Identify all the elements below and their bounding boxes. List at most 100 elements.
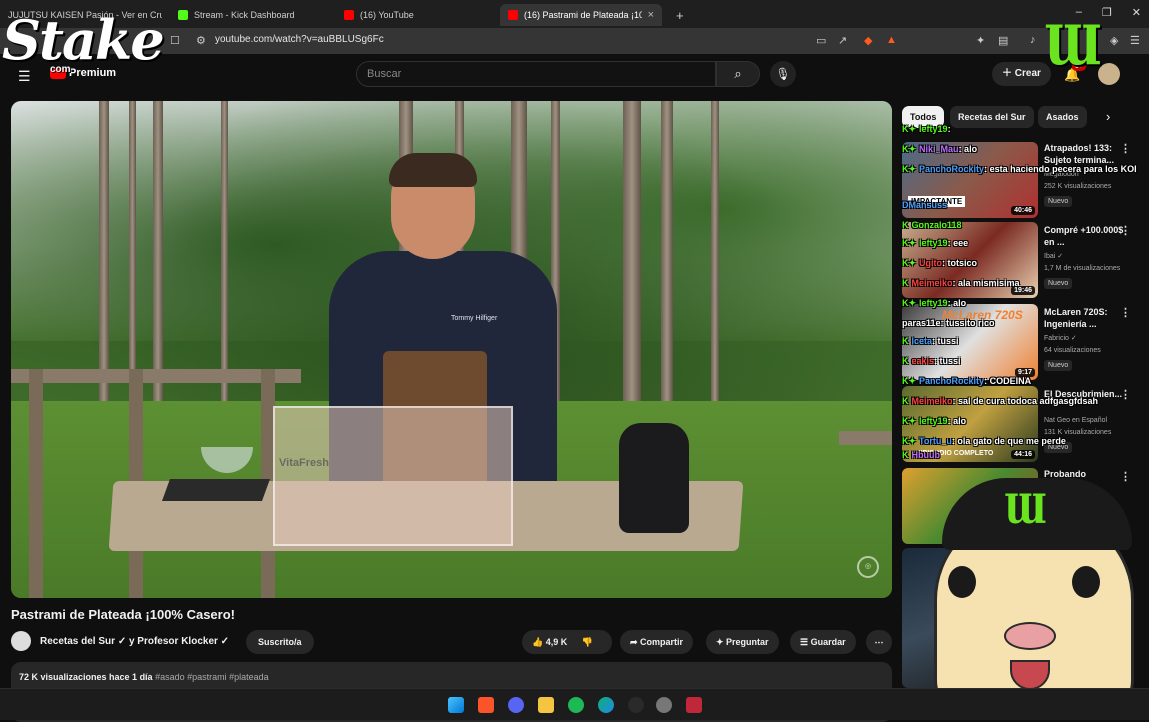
channel-name[interactable]: Recetas del Sur ✓ y Profesor Klocker ✓ <box>40 636 229 647</box>
voice-search-button[interactable]: 🎙 <box>770 61 796 87</box>
cat-eye <box>1072 566 1100 598</box>
discord-icon[interactable] <box>508 697 524 713</box>
close-tab-icon[interactable]: × <box>648 9 654 21</box>
share-arrow-icon: ➦ <box>630 637 641 647</box>
sidebar-icon[interactable]: ▤ <box>998 34 1008 47</box>
cat-nose <box>1004 622 1056 650</box>
tab-label: Stream - Kick Dashboard <box>194 10 295 20</box>
tab-kick-dashboard[interactable]: Stream - Kick Dashboard <box>170 4 330 26</box>
video-title[interactable]: Compré +100.000$ en ... <box>1044 224 1128 248</box>
new-badge: Nuevo <box>1044 196 1073 207</box>
menu-icon[interactable]: ☰ <box>1130 34 1140 47</box>
video-title[interactable]: Atrapados! 133: Sujeto termina... <box>1044 142 1128 166</box>
stake-com-label: com <box>50 64 71 75</box>
plus-icon: ＋ <box>1002 68 1015 79</box>
kick-badge-icon: K <box>902 356 909 366</box>
kick-badge-icon: K✦ <box>902 376 917 386</box>
chat-message: K✦ Niki_Mau: alo <box>902 144 978 154</box>
browser-tab-bar: JUJUTSU KAISEN Pasión - Ver en Cru Strea… <box>0 0 1149 28</box>
tree-trunk <box>661 101 673 401</box>
bookmark-icon[interactable]: ☐ <box>170 34 180 47</box>
more-options-icon[interactable]: ⋮ <box>1120 388 1131 401</box>
extensions-icon[interactable]: ✦ <box>976 34 985 47</box>
video-title[interactable]: McLaren 720S: Ingeniería ... <box>1044 306 1128 330</box>
video-channel: Fabricio ✓ <box>1044 335 1077 342</box>
more-options-icon[interactable]: ⋮ <box>1120 470 1131 483</box>
tree-trunk <box>623 101 641 401</box>
chip-asados[interactable]: Asados <box>1038 106 1087 128</box>
kick-badge-icon: K <box>902 336 909 346</box>
video-channel: Nat Geo en Español <box>1044 417 1108 424</box>
hashtags[interactable]: #asado #pastrami #plateada <box>155 672 269 682</box>
thumbs-down-icon[interactable]: 👎 <box>582 637 593 647</box>
tab-pastrami-active[interactable]: (16) Pastrami de Plateada ¡100% Casero! … <box>500 4 662 26</box>
search-input[interactable]: Buscar <box>356 61 716 87</box>
video-duration: 40:46 <box>1011 206 1035 215</box>
video-title: Pastrami de Plateada ¡100% Casero! <box>11 607 235 622</box>
url-field[interactable]: youtube.com/watch?v=auBBLUSg6Fc <box>215 34 384 45</box>
deck-post <box>29 369 43 598</box>
chat-message: K✦ lefty19: alo <box>902 416 967 426</box>
ask-button[interactable]: ✦ Preguntar <box>706 630 779 654</box>
valorant-icon[interactable] <box>686 697 702 713</box>
brave-rewards-icon[interactable]: ▲ <box>886 34 897 46</box>
chat-message: K✦ Ugito: totsico <box>902 258 978 268</box>
new-badge: Nuevo <box>1044 278 1073 289</box>
steam-icon[interactable] <box>656 697 672 713</box>
like-button[interactable]: 👍 4,9 K 👎 <box>522 630 612 654</box>
subscribed-button[interactable]: Suscrito/a <box>246 630 314 654</box>
channel-avatar[interactable] <box>11 631 31 651</box>
tab-youtube[interactable]: (16) YouTube <box>336 4 496 26</box>
save-button[interactable]: ☰ Guardar <box>790 630 856 654</box>
more-options-icon[interactable]: ⋮ <box>1120 306 1131 319</box>
music-icon[interactable]: ♪ <box>1030 34 1036 46</box>
address-bar: ☐ ⚙ youtube.com/watch?v=auBBLUSg6Fc ▭ ↗ … <box>0 28 1149 54</box>
more-options-icon[interactable]: ⋮ <box>1120 224 1131 237</box>
restore-button[interactable]: ❐ <box>1102 6 1112 19</box>
channel-watermark[interactable]: ◎ <box>857 556 879 578</box>
brave-shield-icon[interactable]: ◆ <box>864 34 872 47</box>
cast-icon[interactable]: ▭ <box>816 34 826 47</box>
sparkle-icon: ✦ <box>716 637 727 647</box>
more-options-icon[interactable]: ⋮ <box>1120 142 1131 155</box>
site-info-icon[interactable]: ⚙ <box>196 34 206 47</box>
chip-recetas-del-sur[interactable]: Recetas del Sur <box>950 106 1034 128</box>
chat-message: K Gonzalo118 <box>902 220 962 230</box>
edge-icon[interactable] <box>598 697 614 713</box>
video-player[interactable]: Tommy Hilfiger VitaFresh ◎ <box>11 101 892 598</box>
chat-message: K Meimeiko: sal de cura todoca adfgasgfds… <box>902 396 1099 406</box>
share-button[interactable]: ➦ Compartir <box>620 630 694 654</box>
tree-trunk <box>129 101 136 401</box>
kick-badge-icon: K✦ <box>902 124 917 134</box>
create-button[interactable]: ＋ Crear <box>992 62 1051 86</box>
chat-message: K✦ Tortu_u: ola gato de que me perde <box>902 436 1066 446</box>
brave-icon[interactable] <box>478 697 494 713</box>
kick-badge-icon: K✦ <box>902 436 917 446</box>
account-avatar[interactable] <box>1098 63 1120 85</box>
tree-trunk <box>99 101 109 401</box>
search-button[interactable]: ⌕ <box>716 61 760 87</box>
share-icon[interactable]: ↗ <box>838 34 847 47</box>
file-explorer-icon[interactable] <box>538 697 554 713</box>
kick-badge-icon: K <box>902 396 909 406</box>
deck-rail <box>839 431 892 445</box>
video-views: 1,7 M de visualizaciones <box>1044 265 1121 272</box>
youtube-icon <box>508 10 518 20</box>
kick-badge-icon: K✦ <box>902 298 917 308</box>
more-actions-button[interactable]: ⋯ <box>866 630 892 654</box>
new-tab-button[interactable]: + <box>668 4 688 26</box>
chat-message: K✦ lefty19: <box>902 124 951 134</box>
spotify-icon[interactable] <box>568 697 584 713</box>
obs-icon[interactable] <box>628 697 644 713</box>
windows-taskbar <box>0 688 1149 720</box>
close-window-button[interactable]: ✕ <box>1132 6 1141 19</box>
chat-message: K Iceta: tussi <box>902 336 959 346</box>
chevron-right-icon[interactable]: › <box>1106 109 1110 124</box>
thumbs-up-icon: 👍 <box>532 637 546 647</box>
stake-wordmark: Stake <box>2 8 165 72</box>
vpn-icon[interactable]: ◈ <box>1110 34 1118 47</box>
chat-message: paras11e: tussito rico <box>902 318 995 328</box>
deck-rail <box>11 369 301 383</box>
tree-trunk <box>153 101 163 401</box>
windows-start-icon[interactable] <box>448 697 464 713</box>
